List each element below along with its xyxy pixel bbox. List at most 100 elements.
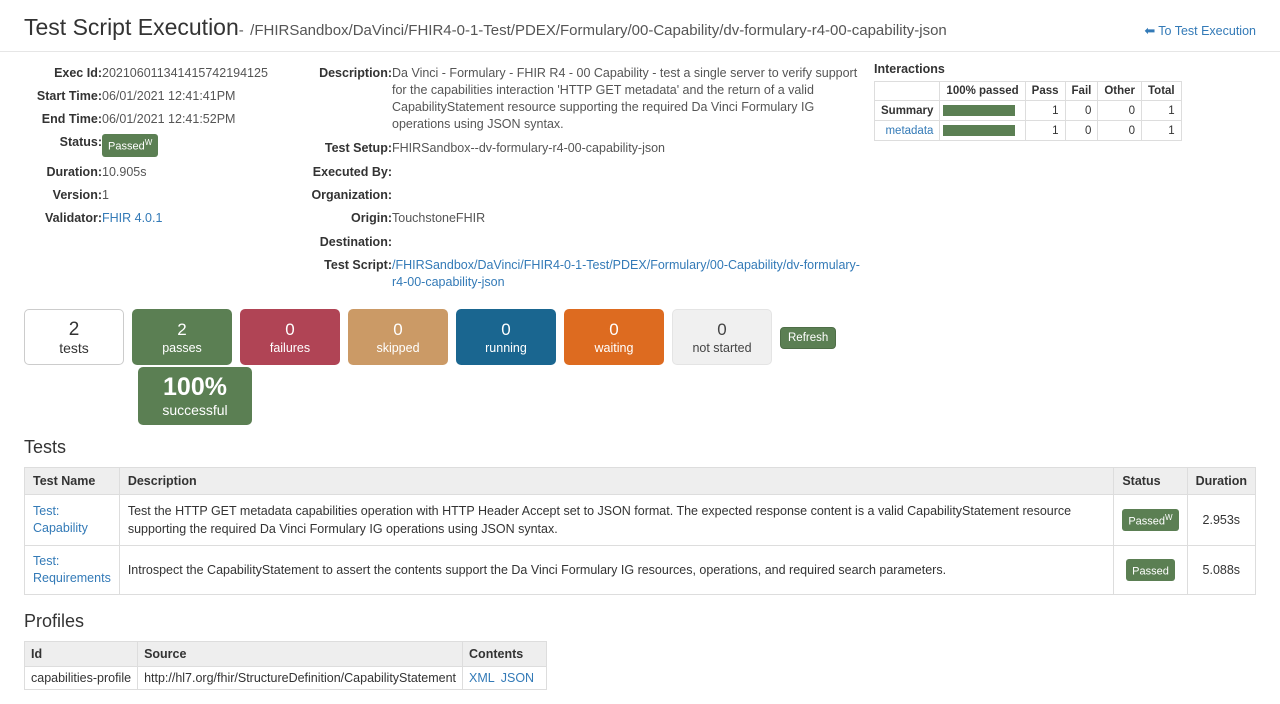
progress-fill: [943, 105, 1015, 116]
tests-col-test-name: Test Name: [25, 468, 120, 495]
stat-box-not-started[interactable]: 0 not started: [672, 309, 772, 365]
interactions-row-label: Summary: [875, 101, 940, 121]
page-title-main: Test Script Execution: [24, 14, 239, 40]
execution-summary-table: Exec Id: 202106011341415742194125 Start …: [24, 62, 268, 230]
version-label: Version:: [24, 184, 102, 207]
interactions-total-value: 1: [1142, 121, 1182, 141]
stat-failures-label: failures: [270, 340, 310, 356]
page-header: Test Script Execution- /FHIRSandbox/DaVi…: [0, 0, 1280, 52]
back-to-test-execution-link[interactable]: ⬅To Test Execution: [1132, 23, 1256, 39]
test-name-cell[interactable]: Test: Requirements: [25, 546, 120, 595]
tests-col-status: Status: [1114, 468, 1187, 495]
destination-label: Destination:: [300, 231, 392, 254]
destination-value: [392, 231, 860, 254]
test-script-link[interactable]: /FHIRSandbox/DaVinci/FHIR4-0-1-Test/PDEX…: [392, 258, 860, 289]
exec-id-value: 202106011341415742194125: [102, 62, 268, 85]
profiles-col-id: Id: [25, 642, 138, 667]
tests-header-row: Test Name Description Status Duration: [25, 468, 1256, 495]
start-time-value: 06/01/2021 12:41:41PM: [102, 85, 268, 108]
test-name-line1[interactable]: Test:: [33, 503, 111, 520]
status-badge: Passed: [1126, 559, 1175, 582]
test-name-line2[interactable]: Requirements: [33, 570, 111, 587]
stat-skipped-count: 0: [393, 319, 402, 340]
profile-contents-cell: XML JSON: [463, 667, 547, 690]
profile-json-link[interactable]: JSON: [501, 671, 534, 685]
stat-tests-label: tests: [59, 340, 89, 356]
status-badge: PassedW: [102, 134, 158, 157]
test-setup-label: Test Setup:: [300, 137, 392, 161]
interactions-total-value: 1: [1142, 101, 1182, 121]
test-status-cell: Passed: [1114, 546, 1187, 595]
status-badge-label: Passed: [1128, 515, 1165, 527]
table-row: Test: Requirements Introspect the Capabi…: [25, 546, 1256, 595]
stat-not-started-label: not started: [692, 340, 751, 356]
stat-box-running[interactable]: 0 running: [456, 309, 556, 365]
page-title: Test Script Execution- /FHIRSandbox/DaVi…: [24, 14, 947, 41]
stat-box-passes[interactable]: 2 passes: [132, 309, 232, 365]
tests-section-title: Tests: [24, 437, 1256, 458]
interactions-header-row: 100% passed Pass Fail Other Total: [875, 82, 1182, 101]
interactions-other-value: 0: [1098, 121, 1142, 141]
info-region: Exec Id: 202106011341415742194125 Start …: [0, 52, 1280, 295]
start-time-label: Start Time:: [24, 85, 102, 108]
tests-col-description: Description: [119, 468, 1114, 495]
tests-col-duration: Duration: [1187, 468, 1255, 495]
stat-box-skipped[interactable]: 0 skipped: [348, 309, 448, 365]
interactions-table: 100% passed Pass Fail Other Total Summar…: [874, 81, 1182, 141]
table-row: Test: Capability Test the HTTP GET metad…: [25, 495, 1256, 546]
profiles-section: Profiles Id Source Contents capabilities…: [0, 611, 1280, 690]
details-table: Description: Da Vinci - Formulary - FHIR…: [300, 62, 860, 295]
executed-by-row: Executed By:: [300, 161, 860, 184]
refresh-button[interactable]: Refresh: [780, 327, 836, 349]
stat-box-tests[interactable]: 2 tests: [24, 309, 124, 365]
details-panel: Description: Da Vinci - Formulary - FHIR…: [300, 62, 860, 295]
profile-id-cell: capabilities-profile: [25, 667, 138, 690]
interactions-title: Interactions: [874, 62, 1256, 76]
page-title-dash: -: [239, 22, 244, 39]
validator-link[interactable]: FHIR 4.0.1: [102, 211, 162, 225]
status-badge: PassedW: [1122, 509, 1178, 532]
table-row: Summary 1 0 0 1: [875, 101, 1182, 121]
origin-row: Origin: TouchstoneFHIR: [300, 207, 860, 231]
interactions-progress-cell: [940, 101, 1025, 121]
interactions-fail-value: 0: [1065, 121, 1098, 141]
interactions-other-value: 0: [1098, 101, 1142, 121]
interactions-row-link[interactable]: metadata: [875, 121, 940, 141]
profiles-header-row: Id Source Contents: [25, 642, 547, 667]
test-script-row: Test Script: /FHIRSandbox/DaVinci/FHIR4-…: [300, 254, 860, 295]
stats-region: 2 tests 2 passes 0 failures 0 skipped 0 …: [0, 295, 1280, 421]
interactions-fail-value: 0: [1065, 101, 1098, 121]
version-row: Version: 1: [24, 184, 268, 207]
description-row: Description: Da Vinci - Formulary - FHIR…: [300, 62, 860, 137]
test-setup-row: Test Setup: FHIRSandbox--dv-formulary-r4…: [300, 137, 860, 161]
progress-track: [943, 105, 1015, 116]
interactions-col-other: Other: [1098, 82, 1142, 101]
interactions-progress-cell: [940, 121, 1025, 141]
description-label: Description:: [300, 62, 392, 137]
stat-box-failures[interactable]: 0 failures: [240, 309, 340, 365]
back-link-label: To Test Execution: [1158, 24, 1256, 38]
stat-passes-label: passes: [162, 340, 202, 356]
version-value: 1: [102, 184, 268, 207]
profiles-col-contents: Contents: [463, 642, 547, 667]
duration-value: 10.905s: [102, 161, 268, 184]
test-name-cell[interactable]: Test: Capability: [25, 495, 120, 546]
exec-id-label: Exec Id:: [24, 62, 102, 85]
stat-box-waiting[interactable]: 0 waiting: [564, 309, 664, 365]
end-time-row: End Time: 06/01/2021 12:41:52PM: [24, 108, 268, 131]
stat-passes-count: 2: [177, 319, 186, 340]
exec-id-row: Exec Id: 202106011341415742194125: [24, 62, 268, 85]
test-duration-cell: 5.088s: [1187, 546, 1255, 595]
status-label: Status:: [24, 131, 102, 161]
status-badge-superscript: W: [145, 138, 153, 147]
interactions-col-blank: [875, 82, 940, 101]
profile-xml-link[interactable]: XML: [469, 671, 495, 685]
test-description-cell: Introspect the CapabilityStatement to as…: [119, 546, 1114, 595]
interactions-pass-value: 1: [1025, 101, 1065, 121]
test-name-line2[interactable]: Capability: [33, 520, 111, 537]
start-time-row: Start Time: 06/01/2021 12:41:41PM: [24, 85, 268, 108]
test-name-line1[interactable]: Test:: [33, 553, 111, 570]
progress-track: [943, 125, 1015, 136]
success-percent-box: 100% successful: [138, 367, 252, 425]
stat-waiting-count: 0: [609, 319, 618, 340]
